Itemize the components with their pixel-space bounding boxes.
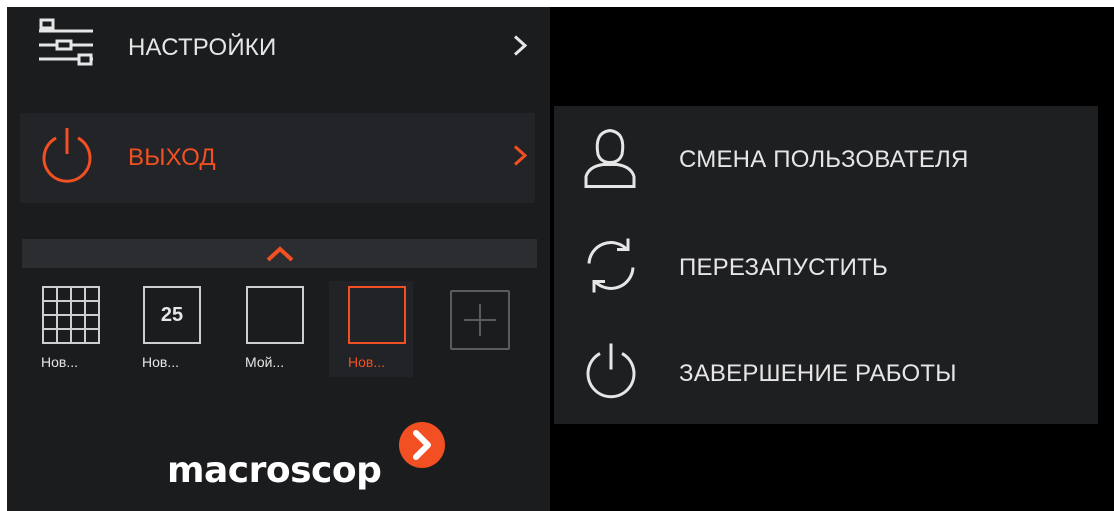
menu-item-exit[interactable]: ВЫХОД — [20, 113, 535, 203]
power-icon — [37, 126, 97, 191]
submenu-item-shutdown[interactable]: ЗАВЕРШЕНИЕ РАБОТЫ — [554, 324, 1098, 424]
menu-item-exit-label: ВЫХОД — [128, 144, 216, 171]
macroscop-logo: macroscop — [157, 422, 457, 507]
plus-icon — [464, 304, 496, 336]
add-layout-button[interactable] — [450, 290, 510, 350]
collapse-layouts-button[interactable] — [22, 239, 537, 268]
submenu-item-label: СМЕНА ПОЛЬЗОВАТЕЛЯ — [679, 146, 969, 173]
layout-thumb-count: 25 — [143, 286, 201, 344]
submenu-item-label: ПЕРЕЗАПУСТИТЬ — [679, 254, 888, 281]
main-menu-panel: НАСТРОЙКИ ВЫХОД Нов... 25 Нов... Мой... … — [7, 7, 550, 511]
logo-wordmark: macroscop — [167, 450, 382, 491]
layout-name: Нов... — [41, 354, 79, 370]
menu-item-settings[interactable]: НАСТРОЙКИ — [20, 8, 535, 88]
layouts-strip: Нов... 25 Нов... Мой... Нов... — [7, 281, 550, 381]
layout-tile[interactable]: Нов... — [28, 281, 112, 377]
layout-tile[interactable]: 25 Нов... — [129, 281, 213, 377]
logo-arrow-icon — [397, 420, 447, 475]
chevron-up-icon — [264, 245, 296, 268]
submenu-item-label: ЗАВЕРШЕНИЕ РАБОТЫ — [679, 360, 957, 387]
chevron-right-icon — [511, 144, 529, 173]
app-screen: НАСТРОЙКИ ВЫХОД Нов... 25 Нов... Мой... … — [7, 7, 1114, 511]
submenu-item-change-user[interactable]: СМЕНА ПОЛЬЗОВАТЕЛЯ — [554, 110, 1098, 210]
chevron-right-icon — [511, 34, 529, 63]
power-icon — [581, 342, 641, 407]
layout-tile-active[interactable]: Нов... — [329, 281, 413, 377]
layout-tile[interactable]: Мой... — [232, 281, 316, 377]
layout-name: Мой... — [245, 354, 285, 370]
restart-icon — [581, 236, 641, 301]
grid-icon — [42, 286, 100, 344]
sliders-icon — [37, 17, 95, 80]
layout-name: Нов... — [348, 354, 386, 370]
layout-thumb — [348, 286, 406, 344]
menu-item-settings-label: НАСТРОЙКИ — [128, 34, 277, 61]
layout-name: Нов... — [142, 354, 180, 370]
user-icon — [581, 127, 639, 194]
submenu-item-restart[interactable]: ПЕРЕЗАПУСТИТЬ — [554, 218, 1098, 318]
layout-thumb — [246, 286, 304, 344]
exit-submenu: СМЕНА ПОЛЬЗОВАТЕЛЯ ПЕРЕЗАПУСТИТЬ ЗАВЕРШЕ… — [554, 106, 1098, 424]
